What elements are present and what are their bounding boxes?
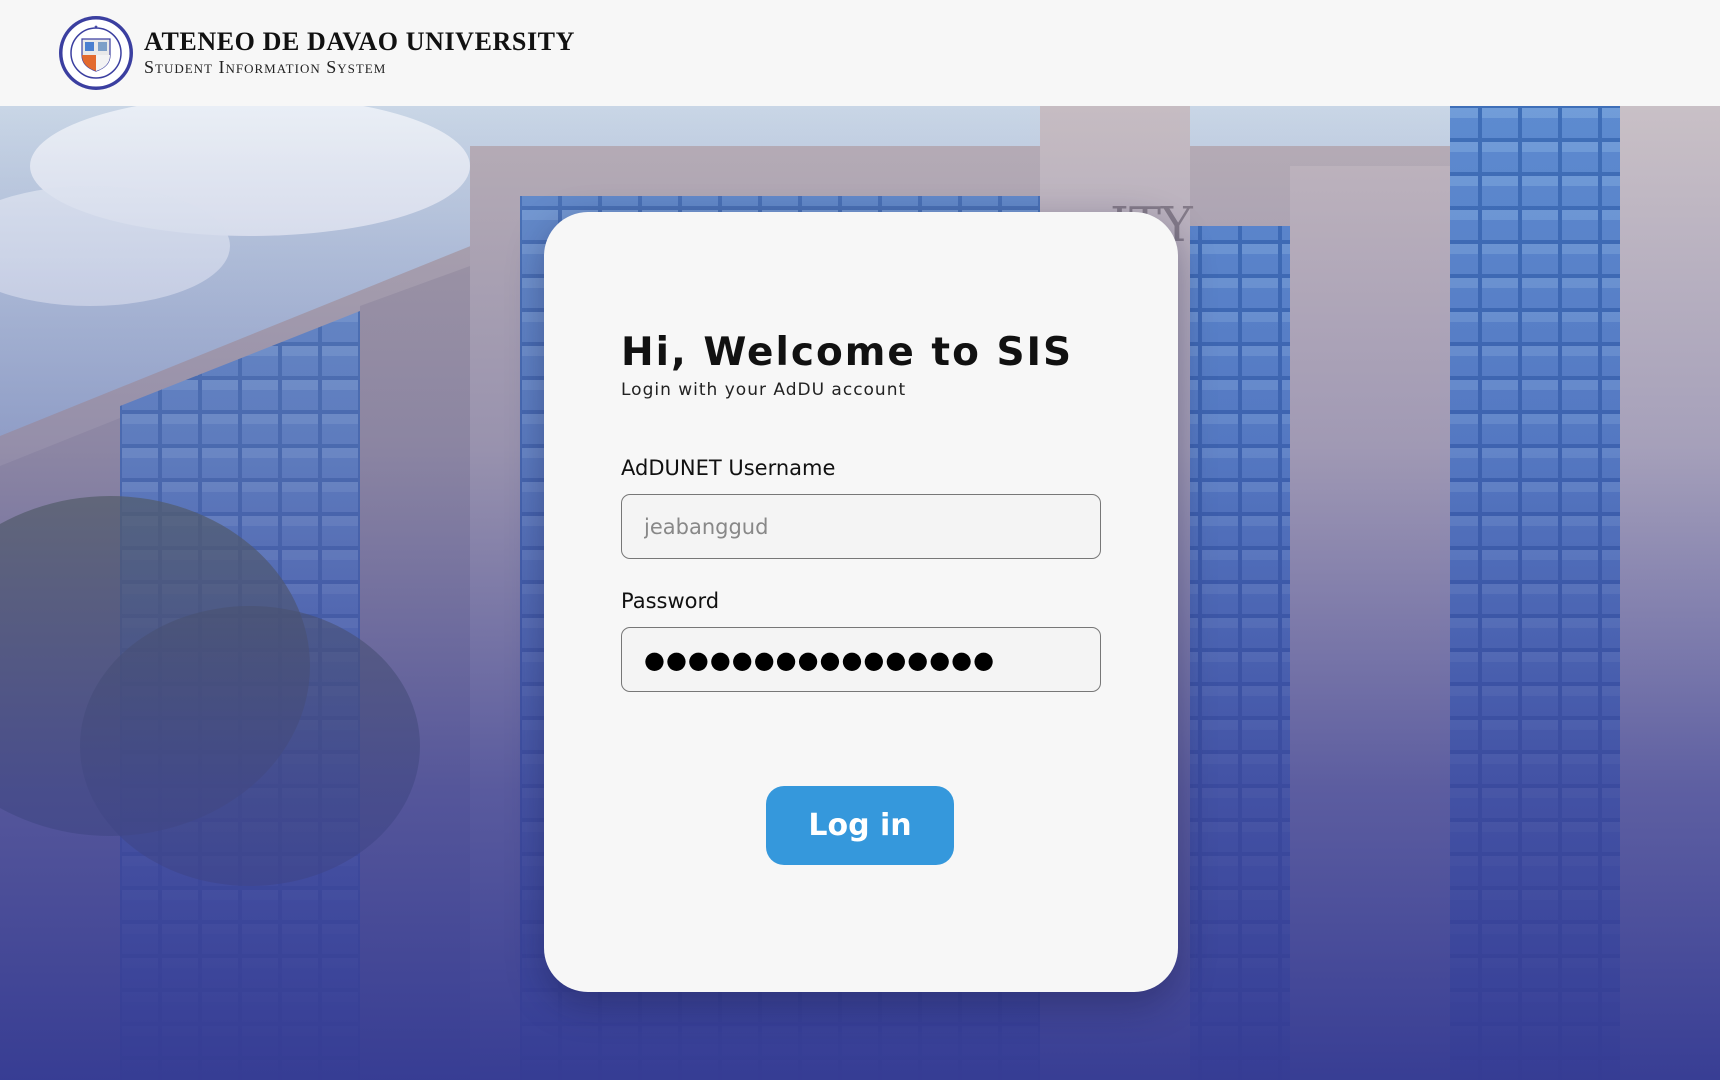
login-card: Hi, Welcome to SIS Login with your AdDU … <box>544 212 1178 992</box>
welcome-title: Hi, Welcome to SIS <box>621 330 1074 375</box>
university-seal-logo: ✦ <box>59 16 133 90</box>
password-dots: ●●●●●●●●●●●●●●●● <box>644 645 996 674</box>
welcome-subtitle: Login with your AdDU account <box>621 380 907 400</box>
university-name: ATENEO DE DAVAO UNIVERSITY <box>144 27 575 56</box>
system-name: Student Information System <box>144 57 387 77</box>
username-input[interactable] <box>621 494 1101 559</box>
top-header: ✦ ATENEO DE DAVAO UNIVERSITY Student Inf… <box>0 0 1720 106</box>
login-button[interactable]: Log in <box>766 786 954 865</box>
password-input[interactable]: ●●●●●●●●●●●●●●●● <box>621 627 1101 692</box>
password-label: Password <box>621 589 720 613</box>
username-label: AdDUNET Username <box>621 456 836 480</box>
svg-text:✦: ✦ <box>93 24 98 31</box>
